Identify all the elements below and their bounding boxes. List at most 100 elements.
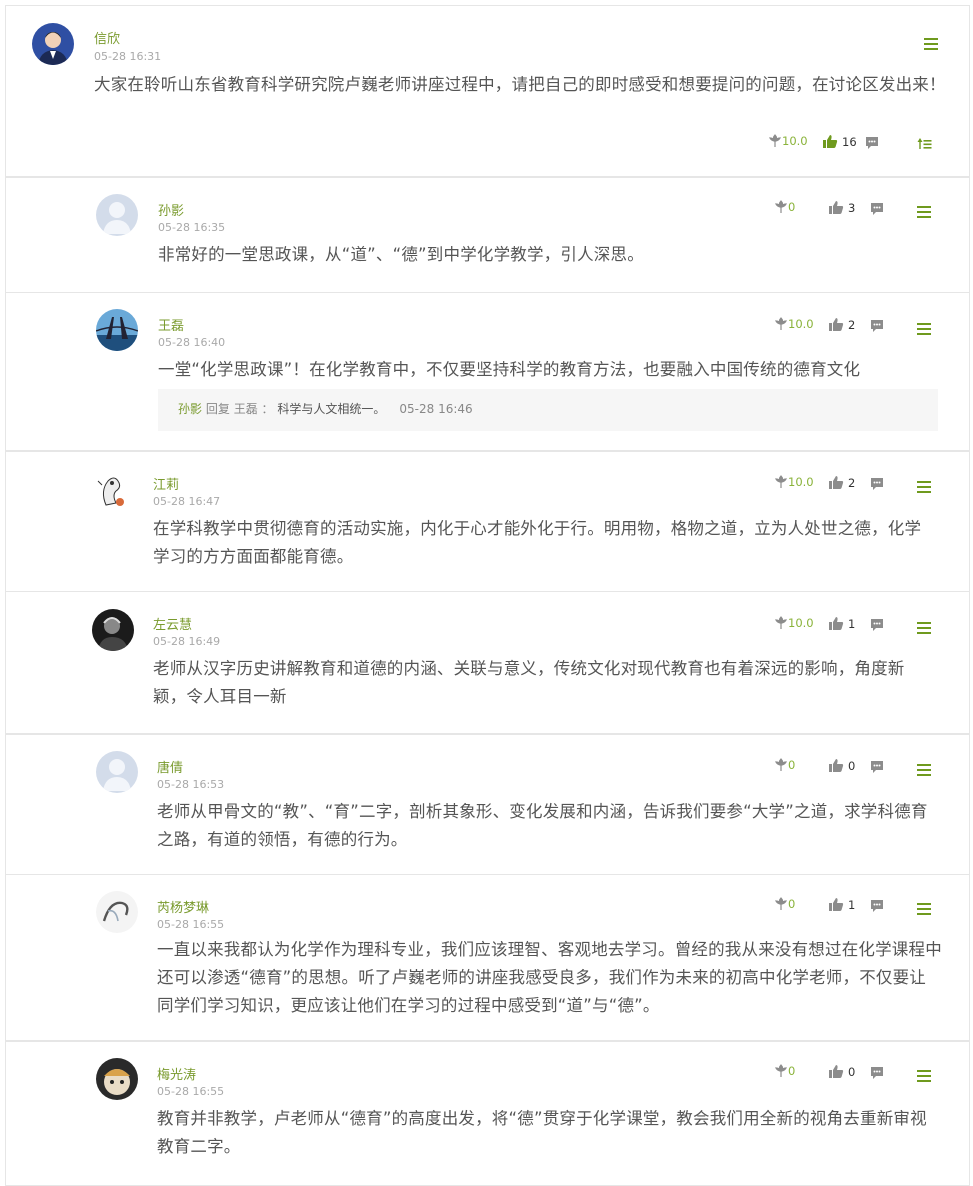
flower-icon (775, 758, 787, 771)
like-stat[interactable]: 0 (828, 1064, 855, 1079)
comment-author-name[interactable]: 王磊 (158, 315, 184, 334)
like-count: 1 (848, 616, 856, 631)
thumbs-up-icon (829, 898, 844, 911)
flower-count: 0 (788, 200, 796, 214)
like-stat[interactable]: 1 (828, 616, 855, 631)
menu-icon[interactable] (917, 481, 931, 493)
reply-to[interactable]: 王磊 (234, 402, 258, 416)
flower-stat[interactable]: 0 (774, 758, 795, 772)
flower-count: 0 (788, 758, 796, 772)
flower-stat[interactable]: 0 (774, 200, 795, 214)
comment-button[interactable] (870, 1066, 884, 1080)
reply-sep: ： (261, 402, 274, 416)
comment-icon (871, 1067, 883, 1079)
reply-verb: 回复 (205, 402, 230, 416)
like-stat[interactable]: 1 (828, 897, 855, 912)
like-stat[interactable]: 3 (828, 200, 855, 215)
like-stat[interactable]: 2 (828, 317, 855, 332)
comment-button[interactable] (870, 618, 884, 632)
reply-from[interactable]: 孙影 (178, 402, 202, 416)
author-name[interactable]: 信欣 (94, 28, 120, 47)
menu-icon[interactable] (917, 206, 931, 218)
comment-content: 一堂“化学思政课”！在化学教育中，不仅要坚持科学的教育方法，也要融入中国传统的德… (158, 360, 861, 379)
comment-author-name[interactable]: 左云慧 (153, 614, 192, 633)
flower-stat[interactable]: 0 (774, 897, 795, 911)
menu-icon[interactable] (917, 1070, 931, 1082)
thumbs-up-icon (829, 201, 844, 214)
flower-stat[interactable]: 10.0 (774, 475, 814, 489)
like-stat[interactable]: 0 (828, 758, 855, 773)
comment-author-name[interactable]: 梅光涛 (157, 1064, 196, 1083)
avatar[interactable] (92, 469, 134, 511)
like-stat[interactable]: 16 (822, 134, 857, 149)
main-post: 信欣 05-28 16:31 大家在聆听山东省教育科学研究院卢巍老师讲座过程中，… (5, 5, 970, 177)
avatar[interactable] (96, 309, 138, 351)
post-time: 05-28 16:31 (94, 50, 162, 63)
comment-card: 江莉 05-28 16:47 10.0 2 在学科教学中贯彻德育的活动实施，内化于心才能… (5, 451, 970, 592)
flower-count: 10.0 (788, 317, 814, 331)
flower-stat[interactable]: 10.0 (774, 317, 814, 331)
flower-stat[interactable]: 10.0 (768, 134, 808, 148)
avatar[interactable] (96, 194, 138, 236)
comment-content: 在学科教学中贯彻德育的活动实施，内化于心才能外化于行。明用物，格物之道，立为人处… (153, 519, 922, 566)
menu-icon[interactable] (917, 622, 931, 634)
thumbs-up-icon (823, 135, 838, 148)
thumbs-up-icon (829, 759, 844, 772)
flower-icon (775, 475, 787, 488)
comment-icon (871, 619, 883, 631)
menu-icon[interactable] (917, 903, 931, 915)
flower-icon (775, 897, 787, 910)
comment-icon (871, 203, 883, 215)
flower-count: 10.0 (788, 475, 814, 489)
like-stat[interactable]: 2 (828, 475, 855, 490)
collapse-icon (917, 138, 932, 149)
avatar[interactable] (96, 1058, 138, 1100)
flower-stat[interactable]: 10.0 (774, 616, 814, 630)
comment-card: 孙影 05-28 16:35 0 3 非常好的一堂思政课，从“道”、“德”到中学化学教学… (5, 177, 970, 293)
comment-button[interactable] (870, 477, 884, 491)
collapse-button[interactable] (917, 137, 933, 150)
flower-count: 10.0 (782, 134, 808, 148)
comment-button[interactable] (865, 136, 879, 150)
comment-content: 老师从汉字历史讲解教育和道德的内涵、关联与意义，传统文化对现代教育也有着深远的影… (153, 659, 905, 706)
comment-card: 梅光涛 05-28 16:55 0 0 教育并非教学，卢老师从“德育”的高度出发，将“德… (5, 1041, 970, 1186)
comment-button[interactable] (870, 760, 884, 774)
flower-icon (775, 616, 787, 629)
avatar[interactable] (96, 751, 138, 793)
flower-count: 0 (788, 1064, 796, 1078)
flower-icon (775, 317, 787, 330)
flower-icon (775, 200, 787, 213)
avatar[interactable] (96, 891, 138, 933)
comment-author-name[interactable]: 芮杨梦琳 (157, 897, 209, 916)
comment-author-name[interactable]: 唐倩 (157, 757, 183, 776)
avatar[interactable] (92, 609, 134, 651)
comment-time: 05-28 16:55 (157, 918, 225, 931)
comment-time: 05-28 16:55 (157, 1085, 225, 1098)
comment-content: 一直以来我都认为化学作为理科专业，我们应该理智、客观地去学习。曾经的我从来没有想… (157, 940, 942, 1015)
comment-button[interactable] (870, 202, 884, 216)
menu-icon[interactable] (917, 323, 931, 335)
like-count: 2 (848, 475, 856, 490)
thumbs-up-icon (829, 476, 844, 489)
like-count: 3 (848, 200, 856, 215)
flower-stat[interactable]: 0 (774, 1064, 795, 1078)
like-count: 0 (848, 758, 856, 773)
comment-button[interactable] (870, 319, 884, 333)
comment-time: 05-28 16:53 (157, 778, 225, 791)
reply-box: 孙影 回复 王磊 ： 科学与人文相统一。 05-28 16:46 (158, 389, 938, 431)
flower-icon (775, 1064, 787, 1077)
comment-author-name[interactable]: 孙影 (158, 200, 184, 219)
flower-icon (769, 134, 781, 147)
comment-content: 教育并非教学，卢老师从“德育”的高度出发，将“德”贯穿于化学课堂，教会我们用全新… (157, 1109, 927, 1156)
comment-icon (871, 478, 883, 490)
comment-time: 05-28 16:49 (153, 635, 221, 648)
comment-button[interactable] (870, 899, 884, 913)
thumbs-up-icon (829, 318, 844, 331)
like-count: 16 (842, 134, 857, 149)
menu-icon[interactable] (924, 38, 938, 50)
avatar[interactable] (32, 23, 74, 65)
comment-card: 王磊 05-28 16:40 10.0 2 一堂“化学思政课”！在化学教育中，不仅要坚持… (5, 292, 970, 451)
comment-author-name[interactable]: 江莉 (153, 474, 179, 493)
like-count: 2 (848, 317, 856, 332)
menu-icon[interactable] (917, 764, 931, 776)
